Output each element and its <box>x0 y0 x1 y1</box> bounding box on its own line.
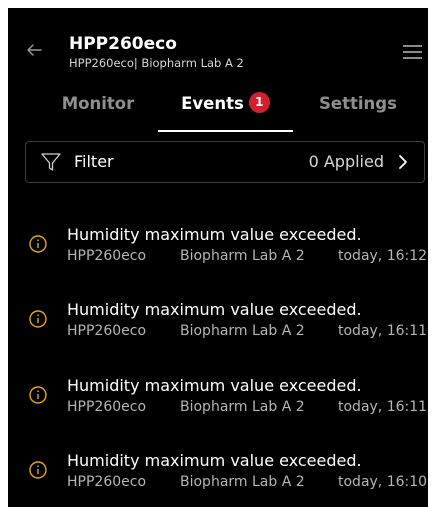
event-location: Biopharm Lab A 2 <box>180 323 305 339</box>
tab-settings[interactable]: Settings <box>298 94 418 134</box>
event-location: Biopharm Lab A 2 <box>180 474 305 490</box>
filter-applied-count: 0 Applied <box>308 152 384 171</box>
events-count-badge: 1 <box>248 92 270 113</box>
event-device: HPP260eco <box>67 399 147 415</box>
chevron-right-icon <box>399 155 407 169</box>
info-circle-icon <box>29 310 47 328</box>
filter-label: Filter <box>74 152 114 171</box>
event-device: HPP260eco <box>67 248 147 264</box>
tab-label: Settings <box>319 94 397 113</box>
tab-monitor[interactable]: Monitor <box>38 94 158 134</box>
event-time: today, 16:11 <box>338 399 428 415</box>
event-device: HPP260eco <box>67 474 147 490</box>
filter-button[interactable]: Filter 0 Applied <box>25 141 425 183</box>
event-time: today, 16:10 <box>338 474 428 490</box>
event-time: today, 16:11 <box>338 323 428 339</box>
event-message: Humidity maximum value exceeded. <box>67 225 362 244</box>
event-list-item[interactable]: Humidity maximum value exceeded. HPP260e… <box>8 225 428 285</box>
active-tab-indicator <box>158 130 293 132</box>
page-subtitle: HPP260eco| Biopharm Lab A 2 <box>69 56 244 70</box>
event-list-item[interactable]: Humidity maximum value exceeded. HPP260e… <box>8 451 428 507</box>
event-time: today, 16:12 <box>338 248 428 264</box>
event-location: Biopharm Lab A 2 <box>180 248 305 264</box>
tab-bar: Monitor Events 1 Settings <box>8 92 428 134</box>
event-list-item[interactable]: Humidity maximum value exceeded. HPP260e… <box>8 300 428 360</box>
back-arrow-icon[interactable] <box>26 42 42 58</box>
tab-label: Monitor <box>61 94 135 113</box>
tab-events[interactable]: Events 1 <box>158 92 293 134</box>
info-circle-icon <box>29 386 47 404</box>
event-device: HPP260eco <box>67 323 147 339</box>
header: HPP260eco HPP260eco| Biopharm Lab A 2 <box>8 8 428 70</box>
page-title: HPP260eco <box>69 34 177 54</box>
event-message: Humidity maximum value exceeded. <box>67 376 362 395</box>
event-message: Humidity maximum value exceeded. <box>67 451 362 470</box>
event-message: Humidity maximum value exceeded. <box>67 300 362 319</box>
event-list-item[interactable]: Humidity maximum value exceeded. HPP260e… <box>8 376 428 436</box>
funnel-icon <box>41 153 61 171</box>
app-window: HPP260eco HPP260eco| Biopharm Lab A 2 Mo… <box>8 8 428 507</box>
tab-label: Events <box>181 94 244 113</box>
hamburger-menu-icon[interactable] <box>403 45 422 59</box>
info-circle-icon <box>29 235 47 253</box>
info-circle-icon <box>29 461 47 479</box>
event-location: Biopharm Lab A 2 <box>180 399 305 415</box>
